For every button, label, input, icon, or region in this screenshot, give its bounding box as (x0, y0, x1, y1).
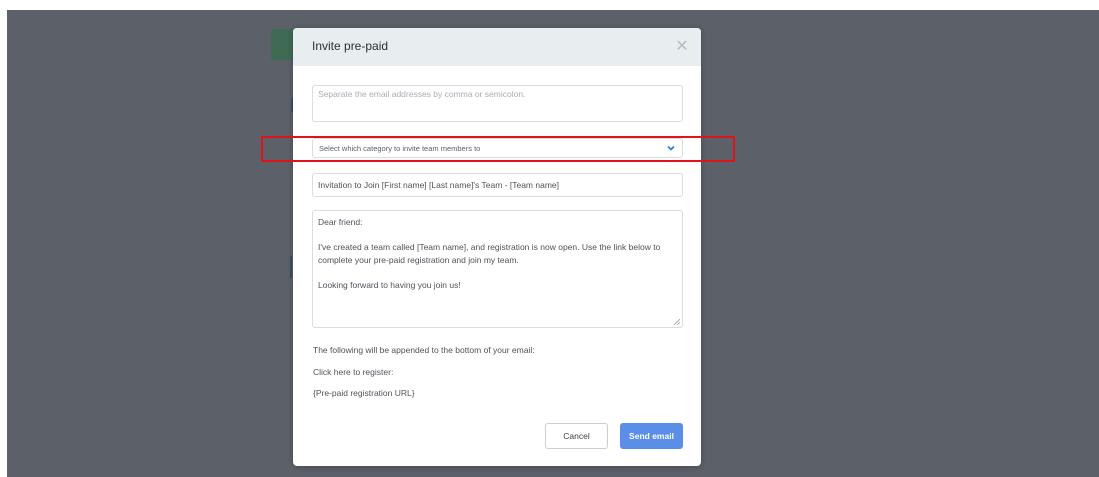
message-textarea[interactable]: Dear friend: I've created a team called … (312, 210, 683, 328)
annotation-highlight-box (261, 136, 735, 162)
subject-input[interactable]: Invitation to Join [First name] [Last na… (312, 173, 683, 197)
resize-handle-icon[interactable] (674, 319, 680, 325)
send-email-button[interactable]: Send email (620, 423, 683, 449)
invite-prepaid-dialog: Invite pre-paid ✕ Separate the email add… (293, 28, 701, 466)
subject-value: Invitation to Join [First name] [Last na… (318, 180, 559, 190)
dialog-title: Invite pre-paid (312, 39, 389, 53)
message-line: Dear friend: (318, 217, 363, 227)
append-note: The following will be appended to the bo… (313, 345, 535, 355)
dialog-header: Invite pre-paid ✕ (293, 28, 701, 66)
register-text: Click here to register: (313, 367, 394, 377)
email-addresses-placeholder: Separate the email addresses by comma or… (318, 89, 526, 99)
close-icon[interactable]: ✕ (673, 38, 691, 56)
background-divider (290, 256, 292, 278)
message-line: I've created a team called [Team name], … (318, 242, 661, 265)
registration-url-placeholder: {Pre-paid registration URL} (313, 388, 415, 398)
message-line: Looking forward to having you join us! (318, 280, 461, 290)
background-button (271, 29, 295, 60)
email-addresses-input[interactable]: Separate the email addresses by comma or… (312, 85, 683, 122)
cancel-button[interactable]: Cancel (545, 423, 608, 449)
